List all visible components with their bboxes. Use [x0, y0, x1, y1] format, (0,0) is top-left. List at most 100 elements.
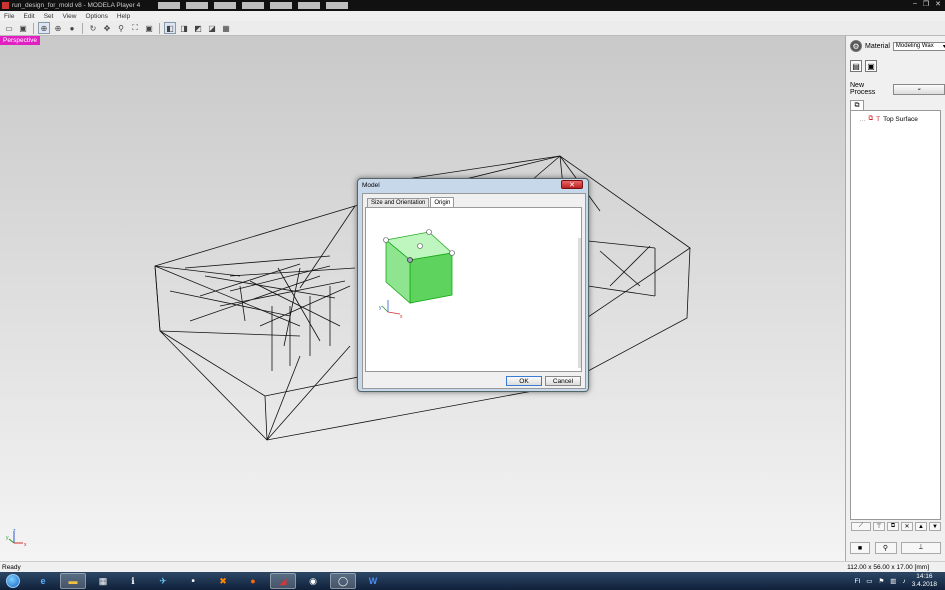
word-icon[interactable]: W: [360, 573, 386, 589]
system-tray: FI ▭ ⚑ ▥ ♪ 14:16 3.4.2018: [855, 573, 937, 589]
tab-placeholder[interactable]: [158, 2, 181, 9]
wireframe-edge: [609, 245, 651, 287]
dialog-title: Model: [362, 182, 380, 189]
app-ring-icon[interactable]: ◯: [330, 573, 356, 589]
internet-explorer-icon[interactable]: e: [30, 573, 56, 589]
modela-icon[interactable]: ◢: [270, 573, 296, 589]
view-front-icon[interactable]: ◨: [178, 22, 190, 34]
tab-placeholder[interactable]: [214, 2, 237, 9]
xampp-icon[interactable]: ✖: [210, 573, 236, 589]
dialog-close-button[interactable]: ✕: [561, 180, 583, 189]
wireframe-edge: [277, 267, 321, 342]
cut-icon[interactable]: ⟘: [901, 542, 941, 554]
menu-set[interactable]: Set: [44, 13, 54, 20]
zoom-in-icon[interactable]: ●: [66, 22, 78, 34]
origin-point[interactable]: [449, 250, 455, 256]
language-indicator[interactable]: FI: [855, 578, 861, 585]
stop-icon[interactable]: ■: [850, 542, 870, 554]
tool-path-icon: ⟓: [917, 85, 921, 92]
volume-icon[interactable]: ♪: [902, 578, 905, 585]
origin-point[interactable]: [426, 229, 432, 235]
axis-z-label: z: [13, 529, 16, 534]
axis-y-label: y: [6, 535, 9, 541]
open-file-icon[interactable]: ▭: [3, 22, 15, 34]
cursor-select-icon[interactable]: ⊕: [38, 22, 50, 34]
origin-point[interactable]: [417, 243, 423, 249]
file-explorer-icon[interactable]: ▬: [60, 573, 86, 589]
zoom-window-icon[interactable]: ⛶: [129, 22, 141, 34]
view-iso-icon[interactable]: ◧: [164, 22, 176, 34]
media-icon[interactable]: ◉: [300, 573, 326, 589]
start-button[interactable]: [6, 574, 20, 588]
origin-point-selected[interactable]: [407, 257, 413, 263]
dialog-axis-y-label: y: [379, 305, 382, 311]
menu-view[interactable]: View: [62, 13, 76, 20]
tree-item-top-surface[interactable]: … ⧉ T Top Surface: [859, 115, 918, 123]
menu-edit[interactable]: Edit: [23, 13, 34, 20]
close-button[interactable]: ✕: [935, 0, 941, 8]
firefox-icon[interactable]: ●: [240, 573, 266, 589]
tab-placeholder[interactable]: [298, 2, 321, 9]
tab-size-and-orientation[interactable]: Size and Orientation: [367, 198, 430, 207]
dialog-body: Size and Orientation Origin y x OK Cance…: [362, 193, 586, 389]
pan-icon[interactable]: ✥: [101, 22, 113, 34]
new-process-button[interactable]: ⟓: [893, 83, 945, 95]
clock-date: 3.4.2018: [911, 581, 937, 588]
origin-cube-diagram: y x: [379, 229, 455, 320]
maximize-button[interactable]: ❐: [923, 0, 929, 8]
zoom-icon[interactable]: ⚲: [115, 22, 127, 34]
model-dimensions: 112.00 x 56.00 x 17.00 [mm]: [847, 563, 929, 571]
tab-placeholder[interactable]: [326, 2, 349, 9]
axis-line: [381, 305, 389, 313]
process-properties-icon[interactable]: ⊤: [873, 522, 885, 531]
process-edit-icon[interactable]: ⟋: [851, 522, 871, 531]
clock[interactable]: 14:16 3.4.2018: [912, 573, 937, 589]
rotate-icon[interactable]: ↻: [87, 22, 99, 34]
material-icon[interactable]: ⚙: [850, 40, 862, 52]
view-top-icon[interactable]: ◪: [206, 22, 218, 34]
process-copy-icon[interactable]: ⧉: [887, 522, 899, 531]
tab-placeholder[interactable]: [186, 2, 209, 9]
preview-icon[interactable]: ⚲: [874, 542, 897, 554]
move-up-icon[interactable]: ▲: [915, 522, 927, 531]
network-icon[interactable]: ▥: [890, 577, 896, 585]
ok-button[interactable]: OK: [506, 376, 542, 386]
dialog-scrollbar[interactable]: [578, 238, 581, 368]
save-icon[interactable]: ▣: [17, 22, 29, 34]
menu-options[interactable]: Options: [85, 13, 107, 20]
origin-point[interactable]: [383, 237, 389, 243]
taskbar: e ▬ ▦ ℹ ✈ ■ ✖ ● ◢ ◉ ◯ W FI ▭ ⚑ ▥ ♪ 14:16…: [0, 572, 945, 590]
wireframe-edge: [264, 395, 268, 441]
keyboard-icon[interactable]: ▭: [866, 577, 872, 585]
minimize-button[interactable]: ‒: [913, 0, 917, 8]
dialog-tabs: Size and Orientation Origin: [367, 197, 455, 207]
move-down-icon[interactable]: ▼: [929, 522, 941, 531]
process-delete-icon[interactable]: ✕: [901, 522, 913, 531]
model-settings-icon[interactable]: ▤: [850, 60, 862, 72]
menu-file[interactable]: File: [4, 13, 14, 20]
tab-placeholder[interactable]: [242, 2, 265, 9]
flag-icon[interactable]: ⚑: [878, 577, 884, 585]
pin-icon[interactable]: ✈: [150, 573, 176, 589]
axis-indicator: y x z: [6, 529, 27, 547]
wireframe-edge: [159, 330, 301, 337]
process-tab-model[interactable]: ⧉: [850, 100, 864, 110]
wireframe-edge: [154, 265, 301, 327]
material-select[interactable]: Modeling Wax ▾: [892, 41, 945, 51]
view-grid-icon[interactable]: ▦: [220, 22, 232, 34]
info-icon[interactable]: ℹ: [120, 573, 146, 589]
save-settings-icon[interactable]: ▣: [865, 60, 877, 72]
tab-placeholder[interactable]: [270, 2, 293, 9]
status-text: Ready: [2, 563, 21, 571]
status-bar: Ready 112.00 x 56.00 x 17.00 [mm]: [0, 561, 945, 572]
move-view-icon[interactable]: ⊕: [52, 22, 64, 34]
view-side-icon[interactable]: ◩: [192, 22, 204, 34]
fit-all-icon[interactable]: ▣: [143, 22, 155, 34]
tab-origin[interactable]: Origin: [430, 197, 455, 207]
process-tabs: ⧉: [850, 100, 864, 110]
sonos-icon[interactable]: ■: [180, 573, 206, 589]
menu-help[interactable]: Help: [117, 13, 130, 20]
cancel-button[interactable]: Cancel: [545, 376, 581, 386]
process-tree[interactable]: … ⧉ T Top Surface: [850, 110, 941, 520]
calculator-icon[interactable]: ▦: [90, 573, 116, 589]
